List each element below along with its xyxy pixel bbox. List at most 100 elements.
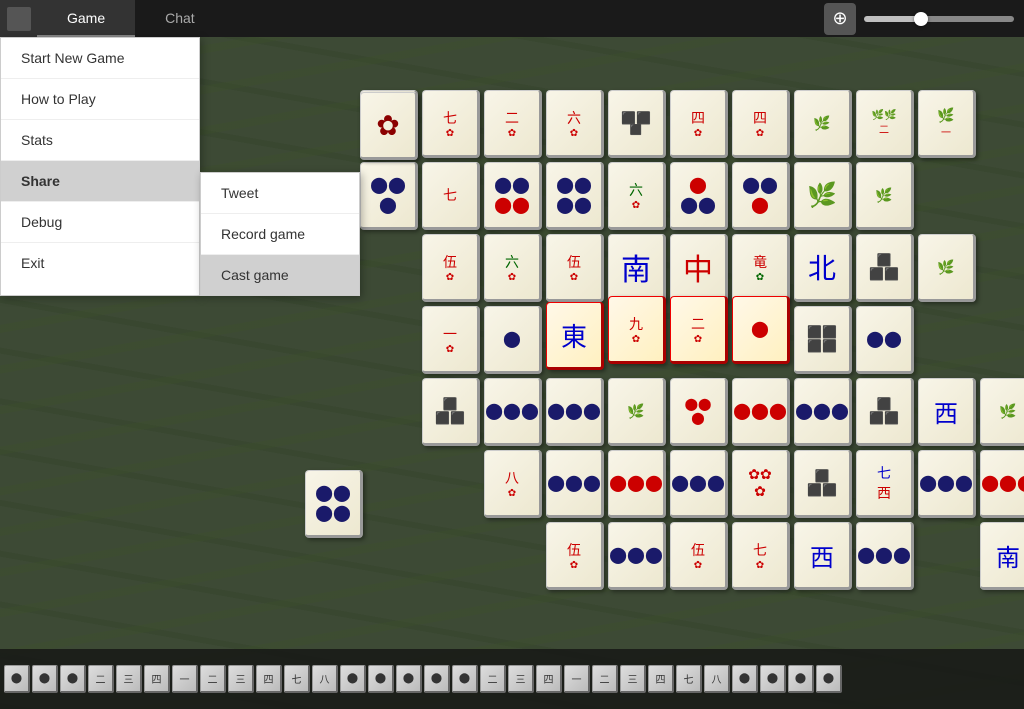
tray-tile[interactable]: 三	[508, 665, 534, 693]
tile[interactable]: ⬛ ⬛⬛	[794, 450, 852, 518]
tile[interactable]: 伍 ✿	[670, 522, 728, 590]
tile[interactable]: 🌿🌿 二	[856, 90, 914, 158]
flower-tile[interactable]: ✿	[360, 92, 418, 160]
tray-tile[interactable]: 三	[116, 665, 142, 693]
tile[interactable]: ⬤⬤ ⬤⬤	[484, 162, 542, 230]
tray-tile[interactable]: ⬤	[732, 665, 758, 693]
menu-share[interactable]: Share	[1, 161, 199, 202]
tile[interactable]: ⬛⬛ ⬛	[608, 90, 666, 158]
tile[interactable]: ⬤⬤ ⬤⬤	[305, 470, 363, 538]
tray-tile[interactable]: 二	[88, 665, 114, 693]
tile[interactable]: 伍 ✿	[546, 234, 604, 302]
tile[interactable]: ⬛⬛ ⬛⬛	[794, 306, 852, 374]
tile[interactable]: 南	[608, 234, 666, 302]
tray-tile[interactable]: 一	[564, 665, 590, 693]
menu-debug[interactable]: Debug	[1, 202, 199, 243]
tray-tile[interactable]: ⬤	[816, 665, 842, 693]
tray-tile[interactable]: ⬤	[396, 665, 422, 693]
tile[interactable]: ⬤⬤⬤	[484, 378, 542, 446]
tile[interactable]: 七 ✿	[422, 90, 480, 158]
tab-game[interactable]: Game	[37, 0, 135, 37]
tile[interactable]: ⬤⬤ ⬤	[670, 378, 728, 446]
tray-tile[interactable]: 四	[256, 665, 282, 693]
tile[interactable]: 七	[422, 162, 480, 230]
tray-tile[interactable]: 七	[676, 665, 702, 693]
tray-tile[interactable]: ⬤	[4, 665, 30, 693]
tile[interactable]: 🌿 一	[918, 90, 976, 158]
tile[interactable]: 一 ✿	[422, 306, 480, 374]
tray-tile[interactable]: 四	[648, 665, 674, 693]
tile[interactable]: 七 ✿	[732, 522, 790, 590]
tray-tile[interactable]: 八	[312, 665, 338, 693]
tile[interactable]: 六 ✿	[546, 90, 604, 158]
tile[interactable]: 伍 ✿	[422, 234, 480, 302]
tile[interactable]: 伍 ✿	[546, 522, 604, 590]
menu-record-game[interactable]: Record game	[201, 214, 359, 255]
tile[interactable]: ⬤⬤⬤	[918, 450, 976, 518]
tile[interactable]: 🌿	[980, 378, 1024, 446]
tile[interactable]: 八 ✿	[484, 450, 542, 518]
tile[interactable]: 七 西	[856, 450, 914, 518]
app-logo[interactable]	[0, 0, 37, 37]
tray-tile[interactable]: ⬤	[424, 665, 450, 693]
menu-cast-game[interactable]: Cast game	[201, 255, 359, 295]
tile[interactable]: 🌿	[918, 234, 976, 302]
tile[interactable]: 四 ✿	[670, 90, 728, 158]
tray-tile[interactable]: ⬤	[760, 665, 786, 693]
tile[interactable]: ⬤⬤⬤	[608, 450, 666, 518]
menu-how-to-play[interactable]: How to Play	[1, 79, 199, 120]
tile[interactable]: 🌿	[856, 162, 914, 230]
tray-tile[interactable]: ⬤	[788, 665, 814, 693]
tile[interactable]: 九 ✿	[608, 296, 666, 364]
tray-tile[interactable]: 二	[592, 665, 618, 693]
move-icon[interactable]: ⊕	[824, 3, 856, 35]
tile[interactable]: ⬤⬤⬤	[980, 450, 1024, 518]
tile[interactable]: 西	[794, 522, 852, 590]
tile[interactable]: ⬤⬤ ⬤⬤	[546, 162, 604, 230]
tile[interactable]: 🌿	[794, 90, 852, 158]
tray-tile[interactable]: ⬤	[60, 665, 86, 693]
tile[interactable]: ⬛ ⬛⬛	[856, 234, 914, 302]
tile[interactable]: ✿✿ ✿	[732, 450, 790, 518]
tray-tile[interactable]: 四	[144, 665, 170, 693]
tray-tile[interactable]: ⬤	[32, 665, 58, 693]
tile[interactable]: ⬤⬤	[856, 306, 914, 374]
tile[interactable]: 西	[918, 378, 976, 446]
tray-tile[interactable]: 三	[620, 665, 646, 693]
tile[interactable]: ⬤⬤⬤	[608, 522, 666, 590]
tray-tile[interactable]: 八	[704, 665, 730, 693]
tile[interactable]: ⬤	[484, 306, 542, 374]
tile[interactable]: 六 ✿	[484, 234, 542, 302]
tile[interactable]: ⬤ ⬤⬤	[670, 162, 728, 230]
tile[interactable]: ⬤⬤ ⬤	[732, 162, 790, 230]
tab-chat[interactable]: Chat	[135, 0, 225, 37]
tile[interactable]: 🌿	[794, 162, 852, 230]
tray-tile[interactable]: 二	[200, 665, 226, 693]
tile[interactable]: 四 ✿	[732, 90, 790, 158]
tile[interactable]: 東	[546, 302, 604, 370]
tile[interactable]: 二 ✿	[484, 90, 542, 158]
tile[interactable]: ⬤⬤⬤	[670, 450, 728, 518]
volume-slider[interactable]	[864, 16, 1014, 22]
tile[interactable]: ⬤⬤⬤	[856, 522, 914, 590]
tile[interactable]: ⬛ ⬛⬛	[856, 378, 914, 446]
tray-tile[interactable]: 三	[228, 665, 254, 693]
tile[interactable]: ⬤⬤ ⬤	[360, 162, 418, 230]
menu-tweet[interactable]: Tweet	[201, 173, 359, 214]
tray-tile[interactable]: ⬤	[368, 665, 394, 693]
tile[interactable]: 南	[980, 522, 1024, 590]
menu-stats[interactable]: Stats	[1, 120, 199, 161]
tray-tile[interactable]: 七	[284, 665, 310, 693]
tray-tile[interactable]: 一	[172, 665, 198, 693]
tray-tile[interactable]: 二	[480, 665, 506, 693]
tray-tile[interactable]: 四	[536, 665, 562, 693]
tile[interactable]: 🌿	[608, 378, 666, 446]
tile[interactable]: ⬤⬤⬤	[546, 450, 604, 518]
tray-tile[interactable]: ⬤	[340, 665, 366, 693]
tile[interactable]: 二 ✿	[670, 296, 728, 364]
tile[interactable]: 北	[794, 234, 852, 302]
tray-tile[interactable]: ⬤	[452, 665, 478, 693]
tile[interactable]: ⬤⬤⬤	[732, 378, 790, 446]
menu-start-new-game[interactable]: Start New Game	[1, 38, 199, 79]
tile[interactable]: ⬤	[732, 296, 790, 364]
